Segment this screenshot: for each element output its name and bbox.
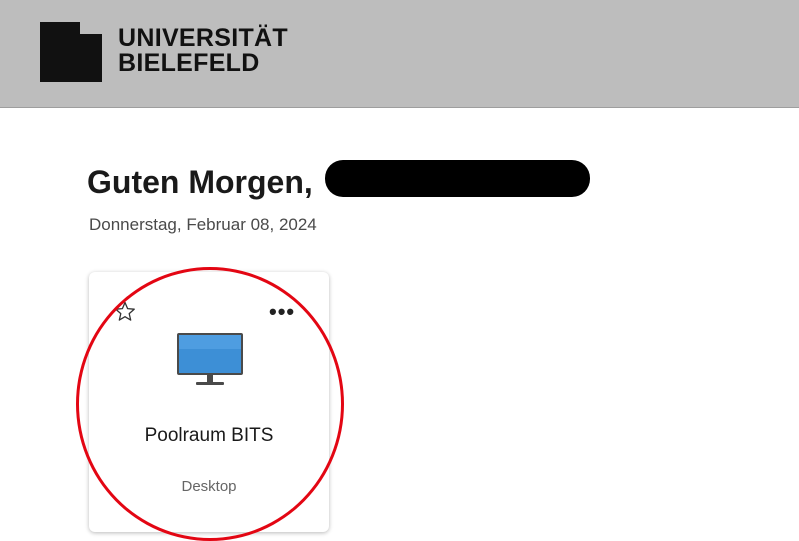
university-logo-icon xyxy=(40,22,102,82)
more-options-icon[interactable]: ••• xyxy=(269,301,311,323)
tile-title[interactable]: Poolraum BITS xyxy=(89,424,329,448)
star-outline-icon[interactable] xyxy=(113,300,137,324)
current-date: Donnerstag, Februar 08, 2024 xyxy=(89,215,317,234)
resource-tile-poolraum-bits[interactable]: ••• Poolraum BITS Desktop xyxy=(89,272,329,532)
logo-line-1: UNIVERSITÄT xyxy=(118,24,288,52)
desktop-monitor-icon xyxy=(177,333,243,385)
top-header: UNIVERSITÄT BIELEFELD xyxy=(0,0,799,108)
redacted-username xyxy=(325,160,590,197)
logo-line-2: BIELEFELD xyxy=(118,49,260,77)
greeting-heading: Guten Morgen, xyxy=(87,164,313,200)
tile-type-label: Desktop xyxy=(181,478,237,495)
university-logo-text: UNIVERSITÄT BIELEFELD xyxy=(118,26,288,76)
